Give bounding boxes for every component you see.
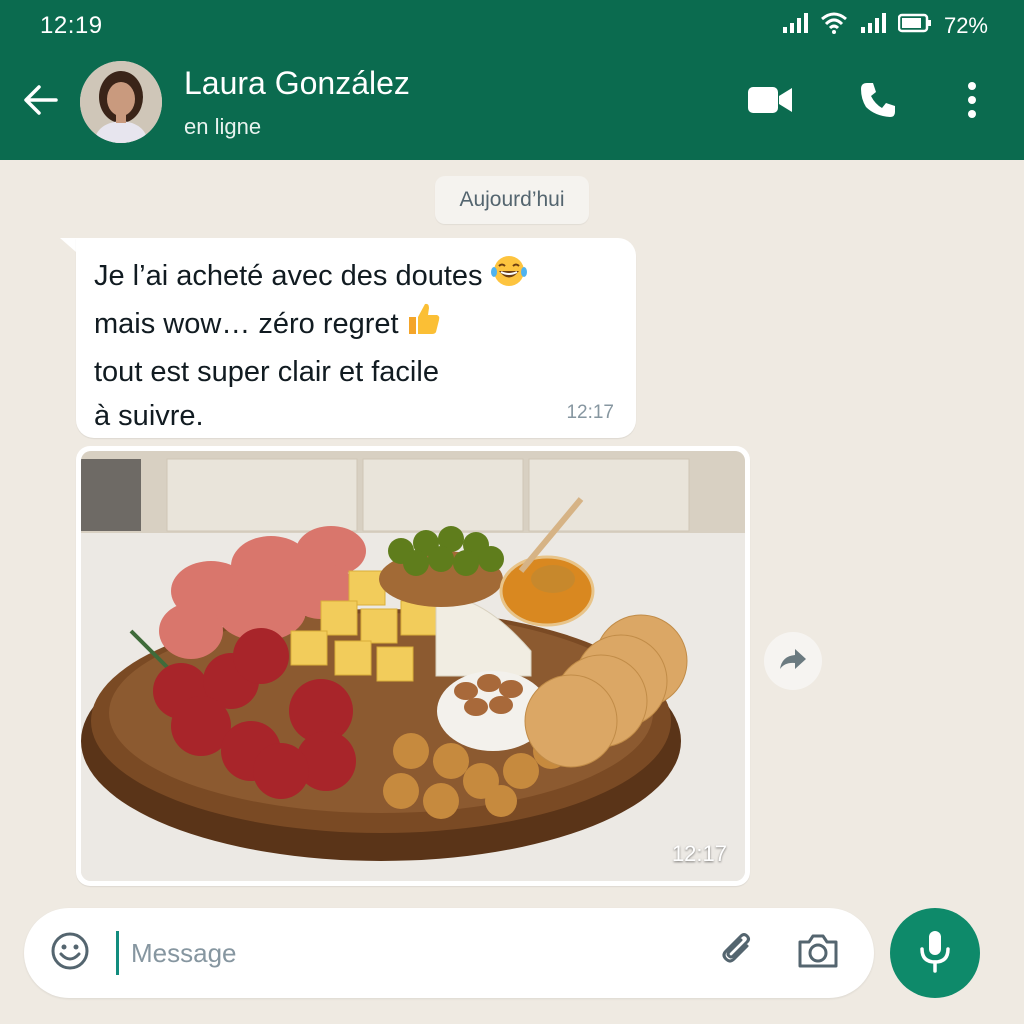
image-time: 12:17 <box>671 841 727 866</box>
chat-area[interactable]: Aujourd’hui Je l’ai acheté avec des dout… <box>0 160 1024 900</box>
forward-button[interactable] <box>764 632 822 690</box>
back-arrow-icon <box>22 84 58 121</box>
camera-icon <box>796 932 840 975</box>
more-options-button[interactable] <box>932 62 1012 142</box>
status-time: 12:19 <box>40 12 103 39</box>
message-bubble[interactable]: Je l’ai acheté avec des doutes mais wow…… <box>76 238 636 438</box>
thumbs-up-emoji-icon <box>405 301 441 350</box>
message-line: Je l’ai acheté avec des doutes <box>94 254 576 301</box>
header-actions <box>716 62 1024 142</box>
back-button[interactable] <box>0 52 80 152</box>
contact-name: Laura González <box>184 64 410 101</box>
more-options-icon <box>967 81 977 123</box>
emoji-button[interactable] <box>24 908 116 998</box>
message-text: mais wow… zéro regret <box>94 308 399 341</box>
emoji-icon <box>50 931 90 976</box>
message-input-bar <box>24 908 874 998</box>
voice-message-button[interactable] <box>890 908 980 998</box>
chat-header: 12:19 72% Laura González en ligne <box>0 0 1024 160</box>
video-call-button[interactable] <box>716 62 824 142</box>
phone-icon <box>859 81 897 124</box>
wifi-icon <box>820 12 848 40</box>
status-bar: 12:19 72% <box>0 0 1024 52</box>
message-line: à suivre. <box>94 400 204 432</box>
message-line: mais wow… zéro regret <box>94 301 576 350</box>
text-caret <box>116 931 119 975</box>
contact-status: en ligne <box>184 113 262 139</box>
status-icons: 72% <box>782 12 988 40</box>
mic-icon <box>918 929 952 978</box>
camera-button[interactable] <box>778 908 858 998</box>
date-chip: Aujourd’hui <box>435 176 589 224</box>
battery-level: 72% <box>943 13 988 38</box>
signal-icon <box>860 13 886 39</box>
voice-call-button[interactable] <box>824 62 932 142</box>
signal-icon <box>782 13 808 39</box>
avatar[interactable] <box>80 61 162 143</box>
message-text: Je l’ai acheté avec des doutes <box>94 260 483 293</box>
battery-icon <box>897 13 932 39</box>
charcuterie-board-photo[interactable]: 12:17 <box>81 451 745 881</box>
attach-button[interactable] <box>698 908 778 998</box>
message-input[interactable] <box>131 937 698 969</box>
message-time: 12:17 <box>566 402 614 423</box>
video-call-icon <box>748 85 792 120</box>
attach-icon <box>719 932 757 975</box>
bubble-tail <box>60 238 76 252</box>
contact-info[interactable]: Laura González en ligne <box>184 65 716 140</box>
forward-icon <box>778 647 808 676</box>
image-message[interactable]: 12:17 <box>76 446 750 886</box>
laughing-emoji-icon <box>489 254 529 301</box>
top-bar: Laura González en ligne <box>0 52 1024 152</box>
message-line: tout est super clair et facile <box>94 356 439 388</box>
